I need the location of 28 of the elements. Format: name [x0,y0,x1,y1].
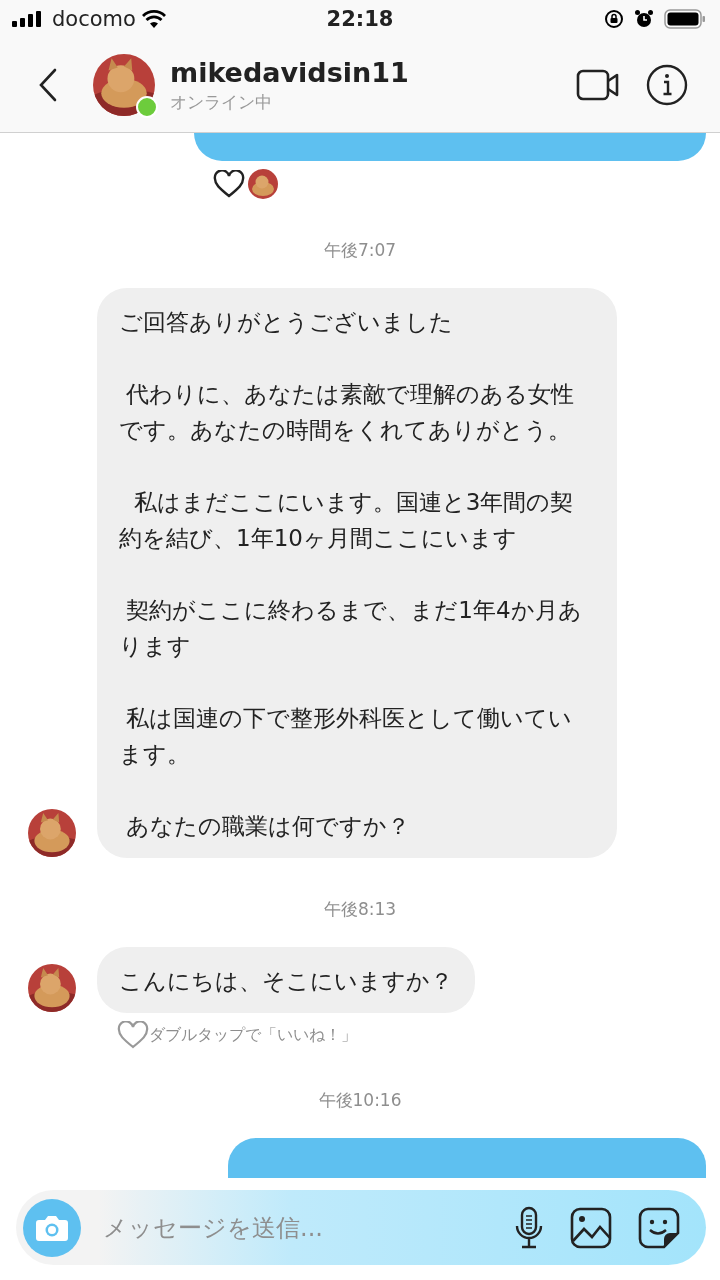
image-icon[interactable] [570,1206,612,1249]
online-status: オンライン中 [170,91,273,114]
wifi-icon [141,10,166,28]
message-text: ご回答ありがとうございました [119,308,454,337]
message-text: 私は国連の下で整形外科医として働いています。 [119,704,574,769]
rotation-lock-icon [604,9,624,29]
camera-icon [35,1213,69,1242]
carrier-name: docomo [52,7,136,31]
back-icon [38,68,58,102]
microphone-icon[interactable] [514,1205,544,1250]
message-text: あなたの職業は何ですか？ [125,812,412,841]
battery-icon [664,9,706,29]
message-text: 代わりに、あなたは素敵で理解のある女性です。あなたの時間をくれてありがとう。 [119,380,576,445]
sticker-icon[interactable] [638,1206,680,1249]
like-hint: ダブルタップで「いいね！」 [149,1024,357,1046]
video-camera-icon[interactable] [576,69,620,101]
message-text: 私はまだここにいます。国連と3年間の契約を結び、1年10ヶ月間ここにいます [119,488,575,553]
timestamp: 午後8:13 [322,898,398,921]
timestamp: 午後10:16 [317,1089,403,1112]
message-text: 契約がここに終わるまで、まだ1年4か月あります [119,596,583,661]
timestamp: 午後7:07 [322,239,398,262]
username[interactable]: mikedavidsin11 [170,56,576,90]
info-icon[interactable] [646,64,688,106]
message-input[interactable]: メッセージを送信... [101,1212,514,1243]
alarm-icon [634,9,654,29]
message-text: こんにちは、そこにいますか？ [119,967,453,996]
clock-time: 22:18 [325,7,395,31]
heart-icon[interactable] [117,1021,149,1049]
